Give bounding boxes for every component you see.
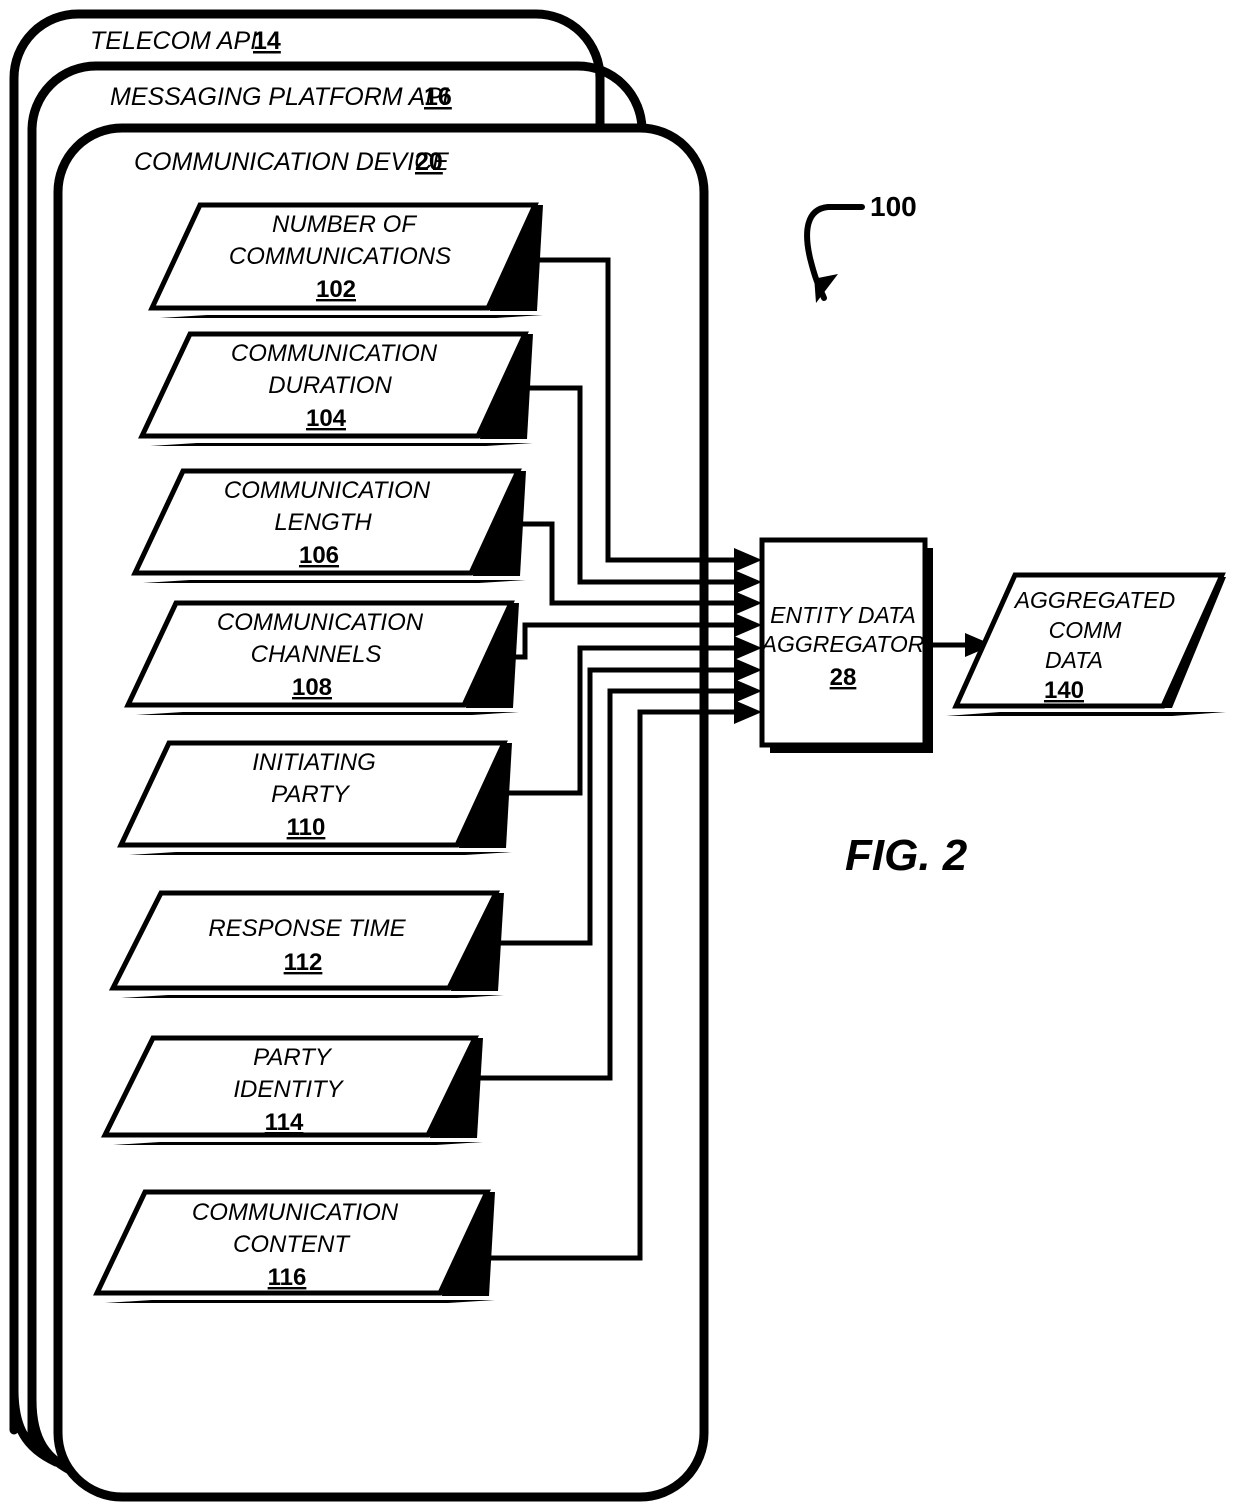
node-shadow-102: [160, 315, 543, 318]
node-label-114-line1: PARTY: [253, 1044, 333, 1071]
node-communication-content[interactable]: COMMUNICATION CONTENT 116: [93, 1189, 495, 1303]
node-label-140-line1: AGGREGATED: [1013, 587, 1176, 613]
layer-title-communication-device: COMMUNICATION DEVICE: [134, 148, 449, 176]
layer-title-messaging-api: MESSAGING PLATFORM API: [110, 83, 449, 111]
node-shadow-110: [129, 852, 512, 855]
node-label-112-line1: RESPONSE TIME: [208, 915, 406, 942]
layer-ref-telecom-api: 14: [253, 27, 281, 55]
node-ref-110: 110: [287, 814, 326, 841]
figure-canvas: TELECOM API 14 MESSAGING PLATFORM API 16…: [0, 0, 1240, 1511]
node-label-108-line2: CHANNELS: [251, 641, 382, 668]
node-communication-channels[interactable]: COMMUNICATION CHANNELS 108: [124, 600, 519, 715]
node-label-102-line2: COMMUNICATIONS: [229, 243, 451, 270]
figure-label: FIG. 2: [845, 831, 968, 880]
layer-ref-communication-device: 20: [415, 148, 443, 176]
layer-title-telecom-api: TELECOM API: [90, 27, 257, 55]
node-communication-length[interactable]: COMMUNICATION LENGTH 106: [131, 468, 526, 583]
node-ref-106: 106: [299, 542, 339, 569]
node-label-116-line2: CONTENT: [233, 1231, 351, 1258]
node-shadow-114: [113, 1142, 483, 1145]
node-ref-102: 102: [316, 276, 356, 303]
node-ref-140: 140: [1044, 677, 1084, 704]
node-label-104-line2: DURATION: [268, 372, 392, 399]
node-shadow-104: [150, 443, 533, 446]
node-initiating-party[interactable]: INITIATING PARTY 110: [117, 740, 512, 855]
node-label-28-line1: ENTITY DATA: [770, 602, 916, 628]
node-ref-116: 116: [268, 1264, 307, 1291]
node-label-28-line2: AGGREGATOR: [760, 631, 925, 657]
node-number-of-communications[interactable]: NUMBER OF COMMUNICATIONS 102: [148, 202, 543, 318]
node-party-identity[interactable]: PARTY IDENTITY 114: [100, 1035, 483, 1145]
node-ref-108: 108: [292, 674, 332, 701]
node-shadow-112: [121, 995, 504, 998]
node-response-time[interactable]: RESPONSE TIME 112: [108, 890, 504, 998]
node-label-114-line2: IDENTITY: [233, 1076, 344, 1103]
layer-ref-messaging-api: 16: [424, 83, 452, 111]
node-label-140-line2: COMM: [1049, 617, 1123, 643]
node-ref-28: 28: [830, 664, 857, 691]
node-ref-114: 114: [265, 1109, 304, 1136]
node-label-140-line3: DATA: [1045, 647, 1103, 673]
node-ref-112: 112: [284, 949, 323, 976]
node-communication-duration[interactable]: COMMUNICATION DURATION 104: [138, 331, 533, 446]
node-label-102-line1: NUMBER OF: [272, 211, 417, 238]
patent-figure-2: TELECOM API 14 MESSAGING PLATFORM API 16…: [0, 0, 1240, 1511]
node-ref-104: 104: [306, 405, 347, 432]
node-label-106-line2: LENGTH: [274, 509, 372, 536]
system-ref-100: 100: [870, 191, 917, 222]
node-label-110-line2: PARTY: [271, 781, 351, 808]
node-label-116-line1: COMMUNICATION: [192, 1199, 399, 1226]
node-label-110-line1: INITIATING: [252, 749, 376, 776]
node-shadow-106: [143, 580, 526, 583]
node-label-104-line1: COMMUNICATION: [231, 340, 438, 367]
node-label-106-line1: COMMUNICATION: [224, 477, 431, 504]
node-shadow-116: [105, 1300, 495, 1303]
node-label-108-line1: COMMUNICATION: [217, 609, 424, 636]
node-entity-data-aggregator[interactable]: ENTITY DATA AGGREGATOR 28: [759, 537, 933, 753]
node-shadow-108: [136, 712, 519, 715]
